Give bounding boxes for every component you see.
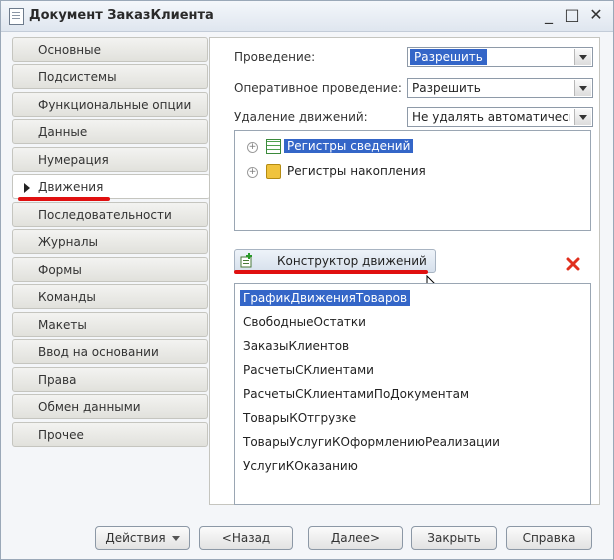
- list-item[interactable]: ГрафикДвиженияТоваров: [240, 290, 411, 306]
- tab-posledovatelnosti[interactable]: Последовательности: [12, 202, 208, 227]
- tab-label: Данные: [38, 125, 88, 139]
- list-item[interactable]: СвободныеОстатки: [243, 315, 366, 329]
- info-register-icon: [266, 139, 281, 154]
- tab-prochee[interactable]: Прочее: [12, 422, 208, 447]
- list-item[interactable]: ЗаказыКлиентов: [243, 339, 349, 353]
- tab-label: Ввод на основании: [38, 345, 159, 359]
- list-item[interactable]: ТоварыКОтгрузке: [243, 411, 356, 425]
- tab-zhurnaly[interactable]: Журналы: [12, 229, 208, 254]
- delete-movements-value: Не удалять автоматически: [412, 110, 570, 124]
- posting-value: Разрешить: [410, 49, 487, 65]
- chevron-down-icon[interactable]: [574, 80, 591, 96]
- realtime-posting-select[interactable]: Разрешить: [407, 78, 593, 98]
- title-bar[interactable]: Документ ЗаказКлиента _ □ ✕: [1, 1, 613, 32]
- accumulation-register-icon: [266, 164, 281, 179]
- back-button[interactable]: <Назад: [199, 526, 293, 550]
- list-item[interactable]: РасчетыСКлиентами: [243, 363, 374, 377]
- constructor-button-label: Конструктор движений: [277, 254, 427, 268]
- delete-icon[interactable]: [566, 257, 580, 271]
- delete-movements-label: Удаление движений:: [234, 110, 368, 124]
- tab-prava[interactable]: Права: [12, 367, 208, 392]
- tab-label: Основные: [38, 43, 102, 57]
- tab-dvizheniya[interactable]: Движения: [12, 174, 210, 199]
- active-tab-arrow-icon: [24, 183, 30, 193]
- tab-label: Команды: [38, 290, 96, 304]
- highlight-underline-button: [234, 270, 428, 274]
- tab-label: Подсистемы: [38, 70, 117, 84]
- posting-select[interactable]: Разрешить: [407, 47, 593, 67]
- tab-label: Нумерация: [38, 153, 109, 167]
- registers-list[interactable]: ГрафикДвиженияТоваров СвободныеОстатки З…: [234, 283, 591, 505]
- minimize-button[interactable]: _: [539, 5, 559, 25]
- close-window-button[interactable]: ✕: [586, 5, 606, 25]
- tab-label: Макеты: [38, 318, 87, 332]
- tab-vvod-na-osnovanii[interactable]: Ввод на основании: [12, 339, 208, 364]
- realtime-posting-value: Разрешить: [412, 81, 481, 95]
- tab-numeratsiya[interactable]: Нумерация: [12, 147, 208, 172]
- window-title: Документ ЗаказКлиента: [29, 8, 214, 23]
- tab-label: Прочее: [38, 428, 84, 442]
- constructor-icon: [240, 253, 252, 268]
- document-icon: [9, 8, 24, 25]
- list-item[interactable]: ТоварыУслугиКОформлениюРеализации: [243, 435, 500, 449]
- tab-label: Движения: [38, 180, 104, 194]
- close-button[interactable]: Закрыть: [411, 526, 497, 550]
- list-item[interactable]: РасчетыСКлиентамиПоДокументам: [243, 387, 469, 401]
- chevron-down-icon: [171, 536, 180, 541]
- list-item[interactable]: УслугиКОказанию: [243, 459, 358, 473]
- tab-label: Права: [38, 373, 77, 387]
- tab-makety[interactable]: Макеты: [12, 312, 208, 337]
- footer-bar: Действия <Назад Далее> Закрыть Справка: [0, 512, 612, 558]
- tab-podsistemy[interactable]: Подсистемы: [12, 64, 208, 89]
- maximize-button[interactable]: □: [562, 5, 582, 25]
- highlight-underline-tab: [18, 197, 110, 201]
- chevron-down-icon[interactable]: [574, 49, 591, 65]
- tab-label: Формы: [38, 263, 82, 277]
- chevron-down-icon[interactable]: [574, 109, 591, 125]
- expand-icon[interactable]: +: [247, 167, 258, 178]
- registers-tree[interactable]: + Регистры сведений + Регистры накоплени…: [234, 130, 591, 231]
- next-button[interactable]: Далее>: [308, 526, 403, 550]
- tab-funktsionalnye-optsii[interactable]: Функциональные опции: [12, 92, 208, 117]
- delete-movements-select[interactable]: Не удалять автоматически: [407, 107, 593, 127]
- tab-label: Функциональные опции: [38, 98, 192, 112]
- expand-icon[interactable]: +: [247, 142, 258, 153]
- tab-label: Журналы: [38, 235, 98, 249]
- tab-osnovnye[interactable]: Основные: [12, 37, 208, 62]
- tree-item-label: Регистры сведений: [284, 139, 414, 153]
- posting-label: Проведение:: [234, 50, 316, 64]
- tab-label: Обмен данными: [38, 400, 141, 414]
- actions-button-label: Действия: [105, 531, 166, 545]
- help-button[interactable]: Справка: [506, 526, 592, 550]
- realtime-posting-label: Оперативное проведение:: [234, 81, 402, 95]
- actions-button[interactable]: Действия: [95, 526, 190, 550]
- tab-obmen-dannymi[interactable]: Обмен данными: [12, 394, 208, 419]
- tab-komandy[interactable]: Команды: [12, 284, 208, 309]
- tree-item-label: Регистры накопления: [287, 164, 426, 178]
- tab-dannye[interactable]: Данные: [12, 119, 208, 144]
- tab-formy[interactable]: Формы: [12, 257, 208, 282]
- tab-label: Последовательности: [38, 208, 172, 222]
